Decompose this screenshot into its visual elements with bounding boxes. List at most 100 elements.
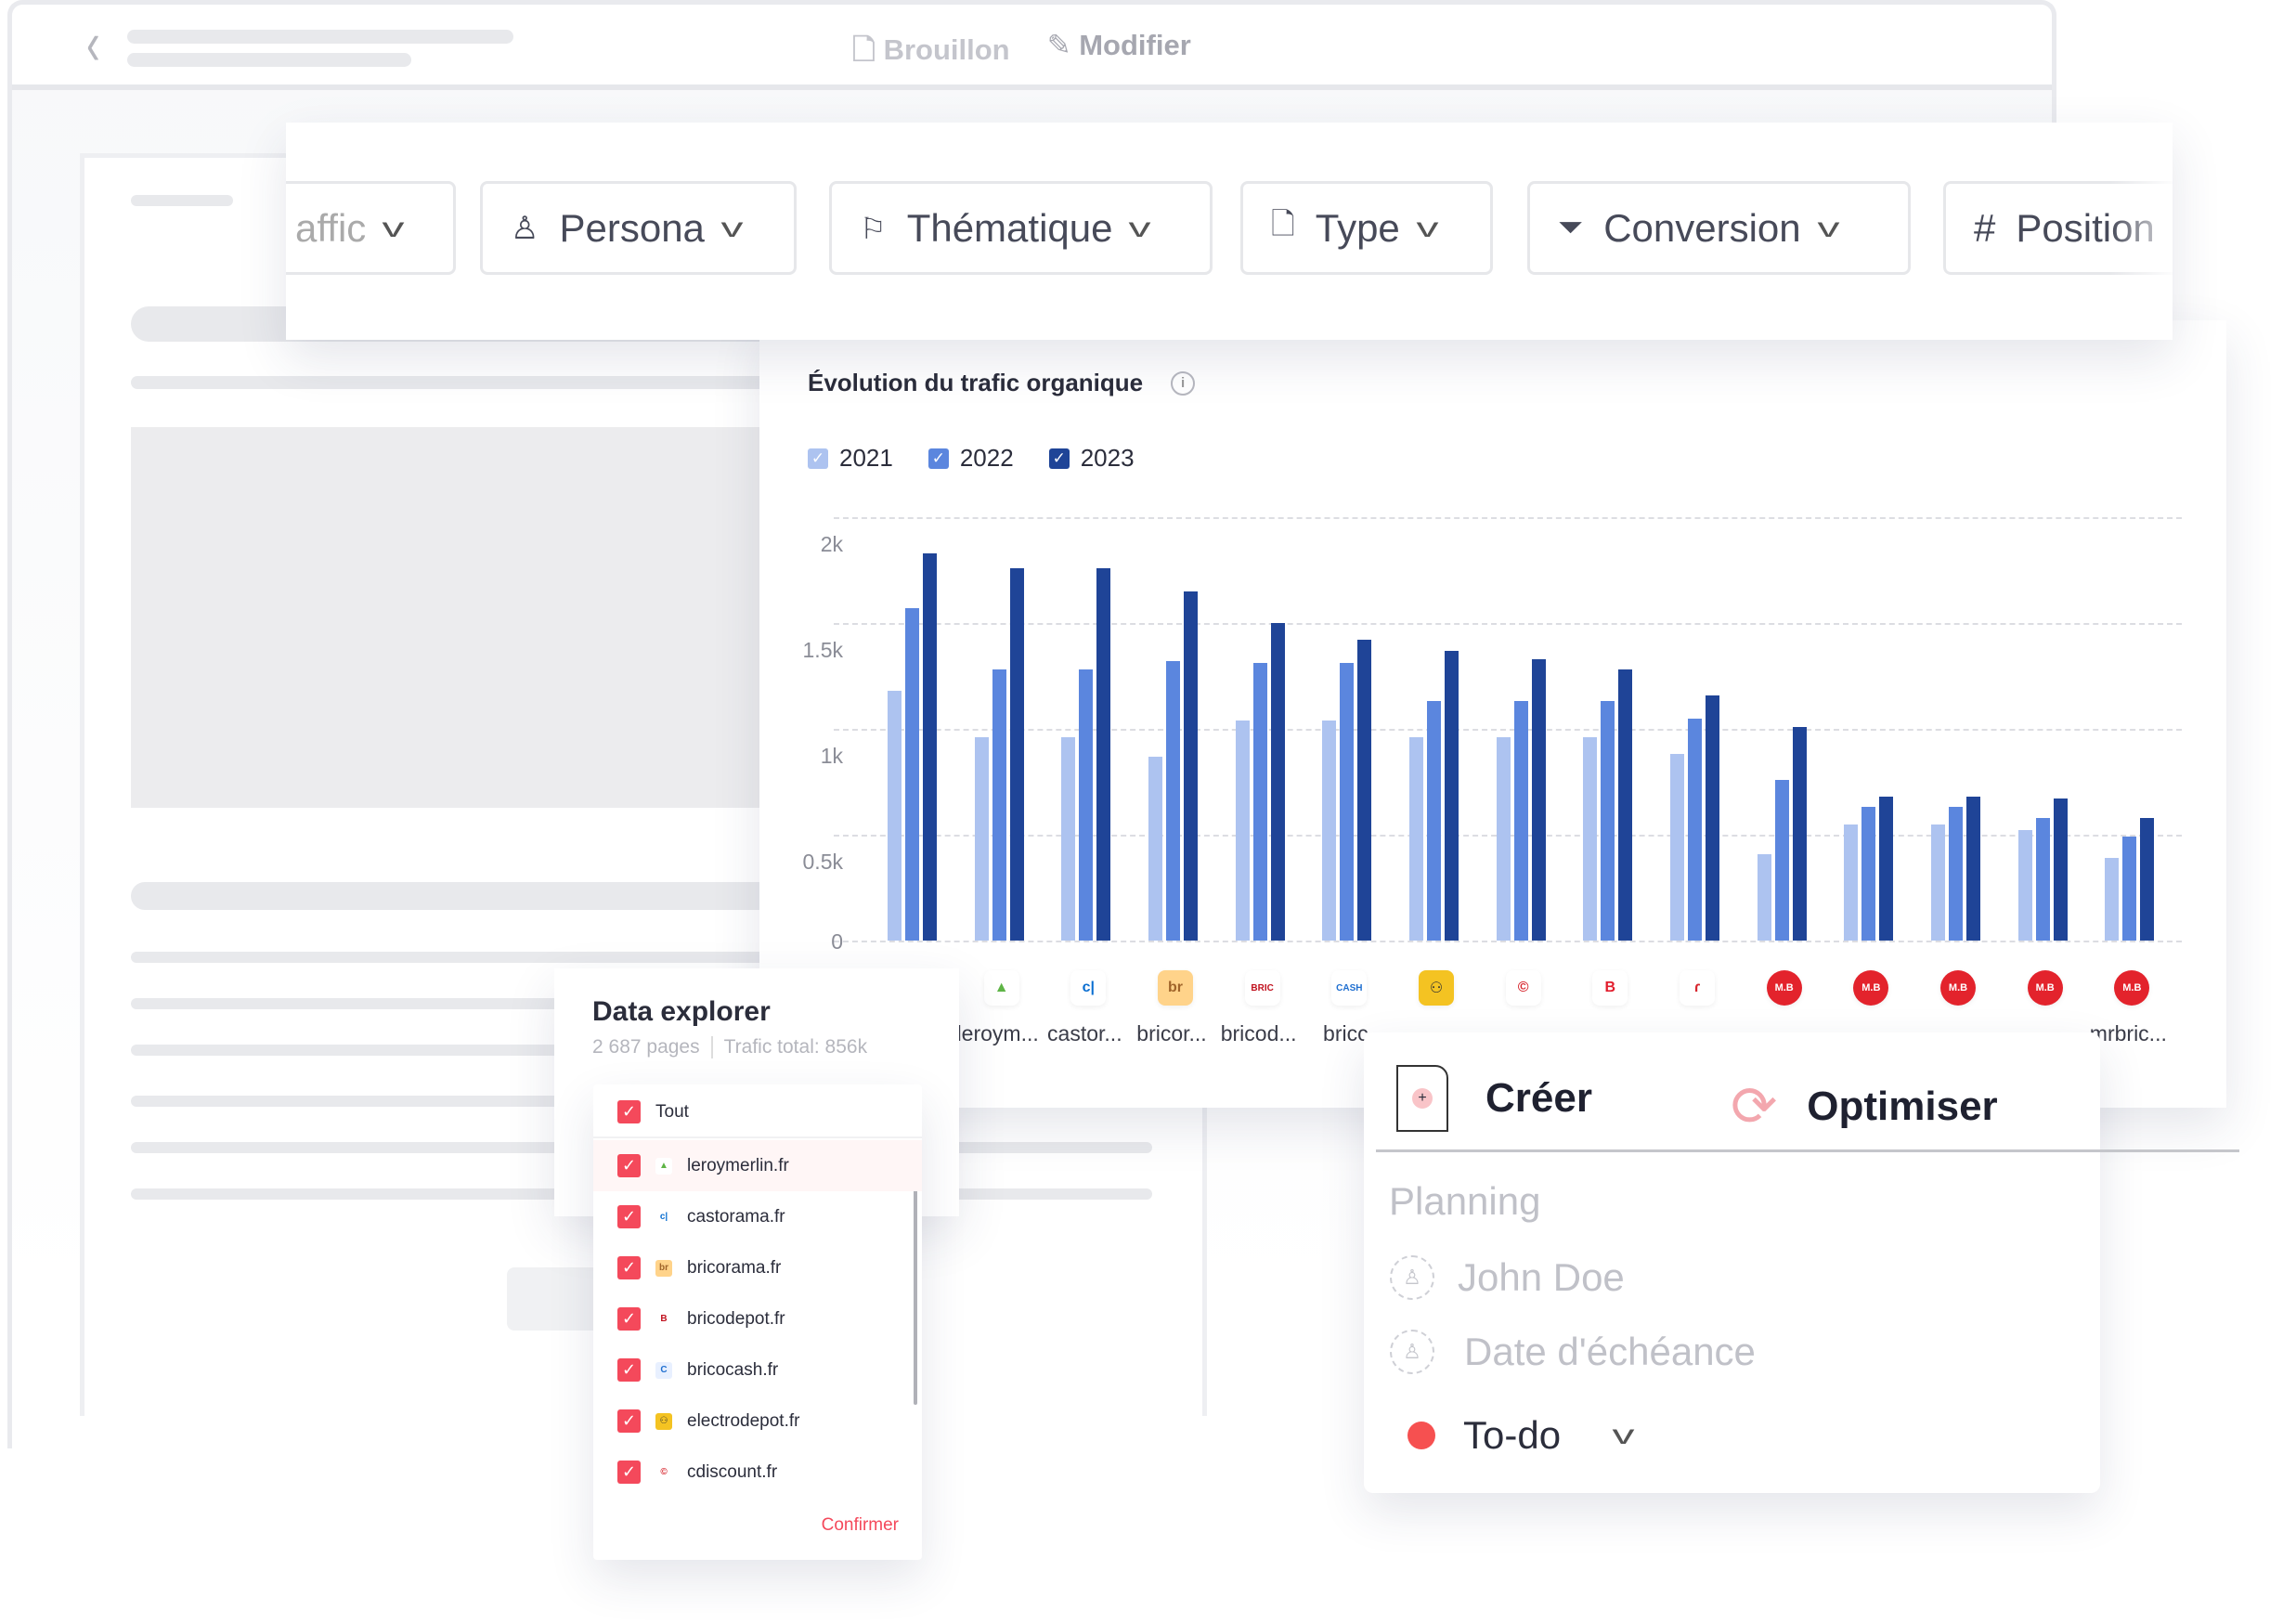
filter-type[interactable]: 🗋 Type v: [1240, 181, 1493, 275]
bar-2023[interactable]: [2053, 799, 2068, 941]
bar-2023[interactable]: [923, 552, 937, 941]
site-option[interactable]: ✓ © cdiscount.fr: [593, 1447, 922, 1498]
bar-2022[interactable]: [1427, 701, 1441, 941]
site-option[interactable]: ✓ br bricorama.fr: [593, 1242, 922, 1293]
checkbox-icon[interactable]: ✓: [617, 1100, 641, 1123]
site-option[interactable]: ✓ ⚇ electrodepot.fr: [593, 1396, 922, 1447]
checkbox-icon[interactable]: ✓: [617, 1358, 641, 1382]
user-icon: ♙: [1390, 1330, 1434, 1374]
site-option[interactable]: ✓ ▲ leroymerlin.fr: [593, 1140, 922, 1191]
bar-2021[interactable]: [1931, 824, 1945, 941]
document-icon: 🗋: [852, 33, 876, 66]
bar-2023[interactable]: [1445, 650, 1459, 941]
checkbox-icon[interactable]: ✓: [617, 1256, 641, 1279]
edit-button[interactable]: ✎ Modifier: [1047, 29, 1191, 78]
bar-2023[interactable]: [1184, 591, 1198, 941]
filter-traffic[interactable]: affic v: [286, 181, 456, 275]
bar-2023[interactable]: [1009, 567, 1024, 941]
bar-2023[interactable]: [1531, 658, 1546, 941]
bar-2021[interactable]: [1409, 737, 1423, 941]
bar-2023[interactable]: [1096, 567, 1111, 941]
bar-2022[interactable]: [1861, 807, 1876, 941]
bar-2021[interactable]: [1322, 720, 1337, 941]
site-logo-icon: ▲: [655, 1157, 672, 1175]
mrbricolage-logo-icon: M.B: [2114, 970, 2150, 1006]
chevron-down-icon: v: [1817, 212, 1840, 243]
bar-2023[interactable]: [1618, 669, 1633, 941]
bar-2021[interactable]: [1061, 737, 1076, 941]
bar-2021[interactable]: [1757, 853, 1771, 941]
select-all-option[interactable]: ✓ Tout: [593, 1087, 922, 1138]
site-logo-icon: br: [655, 1259, 672, 1277]
checkbox-icon[interactable]: ✓: [617, 1409, 641, 1433]
site-name: castorama.fr: [687, 1206, 785, 1227]
bar-2022[interactable]: [1166, 661, 1180, 941]
bar-2021[interactable]: [1235, 720, 1250, 941]
site-name: bricocash.fr: [687, 1359, 779, 1380]
bar-2021[interactable]: [888, 690, 902, 941]
confirm-button[interactable]: Confirmer: [822, 1515, 899, 1536]
filter-conversion[interactable]: ⏷ Conversion v: [1527, 181, 1911, 275]
bar-2022[interactable]: [905, 608, 919, 941]
checkbox-icon[interactable]: ✓: [617, 1205, 641, 1228]
bar-2022[interactable]: [1601, 701, 1615, 941]
site-name: leroymerlin.fr: [687, 1155, 789, 1175]
data-explorer-title: Data explorer: [592, 996, 771, 1027]
bar-2023[interactable]: [2140, 817, 2155, 941]
bar-2023[interactable]: [1792, 726, 1807, 941]
bar-2023[interactable]: [1357, 640, 1372, 941]
bar-2022[interactable]: [1513, 701, 1528, 941]
create-tab[interactable]: + Créer: [1396, 1065, 1592, 1132]
site-option[interactable]: ✓ Cbricocash.fr: [593, 1344, 922, 1396]
assignee-field[interactable]: ♙ John Doe: [1390, 1255, 1625, 1300]
bar-2023[interactable]: [1270, 623, 1285, 941]
mrbricolage-logo-icon: M.B: [1940, 970, 1976, 1006]
site-logo-icon: ©: [655, 1463, 672, 1481]
site-option[interactable]: ✓ c| castorama.fr: [593, 1191, 922, 1242]
bar-2021[interactable]: [1496, 737, 1511, 941]
bar-2022[interactable]: [1949, 807, 1963, 941]
checkbox-icon[interactable]: ✓: [617, 1154, 641, 1177]
site-logo-icon: C: [655, 1361, 672, 1379]
checkbox-icon[interactable]: ✓: [617, 1307, 641, 1331]
bar-2022[interactable]: [992, 669, 1006, 941]
bar-2021[interactable]: [1148, 756, 1162, 941]
bar-2022[interactable]: [1340, 663, 1355, 941]
checkbox-icon[interactable]: ✓: [617, 1461, 641, 1484]
chevron-down-icon: v: [1416, 212, 1439, 243]
leroymerlin-logo-icon: ▲: [983, 970, 1019, 1006]
bar-2021[interactable]: [2017, 830, 2032, 941]
bar-2022[interactable]: [1774, 779, 1789, 941]
bar-2022[interactable]: [1079, 669, 1094, 941]
bar-2023[interactable]: [1966, 796, 1980, 941]
mrbricolage-logo-icon: M.B: [1853, 970, 1889, 1006]
bar-2021[interactable]: [974, 737, 989, 941]
bar-2022[interactable]: [2035, 817, 2050, 941]
bar-2022[interactable]: [1252, 663, 1267, 941]
bar-2023[interactable]: [1706, 695, 1719, 941]
bar-2021[interactable]: [1670, 754, 1684, 941]
chevron-down-icon: v: [1128, 212, 1151, 243]
bar-2022[interactable]: [1688, 718, 1702, 941]
bar-2021[interactable]: [1583, 737, 1598, 941]
bar-2021[interactable]: [2105, 858, 2120, 941]
site-dropdown: ✓ Tout Confirmer ✓ ▲ leroymerlin.fr ✓ c| casto…: [593, 1084, 922, 1560]
draft-status[interactable]: 🗋 Brouillon: [852, 29, 1010, 78]
optimize-tab[interactable]: ⟳ Optimiser: [1731, 1074, 1998, 1139]
site-option[interactable]: ✓ Bbricodepot.fr: [593, 1293, 922, 1344]
due-date-field[interactable]: ♙ Date d'échéance: [1390, 1330, 1756, 1374]
site-logo-icon: c|: [655, 1208, 672, 1226]
back-chevron-icon[interactable]: ‹: [86, 10, 100, 80]
filter-persona[interactable]: ♙ Persona v: [480, 181, 797, 275]
chart-panel: Évolution du trafic organique i ✓ 2021 ✓ 2…: [759, 320, 2226, 1108]
site-name: bricodepot.fr: [687, 1308, 785, 1329]
subtitle-placeholder: [127, 53, 411, 67]
bar-2023[interactable]: [1879, 796, 1894, 941]
bar-2021[interactable]: [1844, 824, 1859, 941]
filter-position[interactable]: # Position: [1943, 181, 2173, 275]
site-name: electrodepot.fr: [687, 1410, 800, 1431]
filter-thematique[interactable]: ⚐ Thématique v: [829, 181, 1213, 275]
gridline: [834, 941, 2182, 942]
status-dropdown[interactable]: To-do v: [1407, 1413, 1635, 1458]
bar-2022[interactable]: [2122, 837, 2137, 941]
